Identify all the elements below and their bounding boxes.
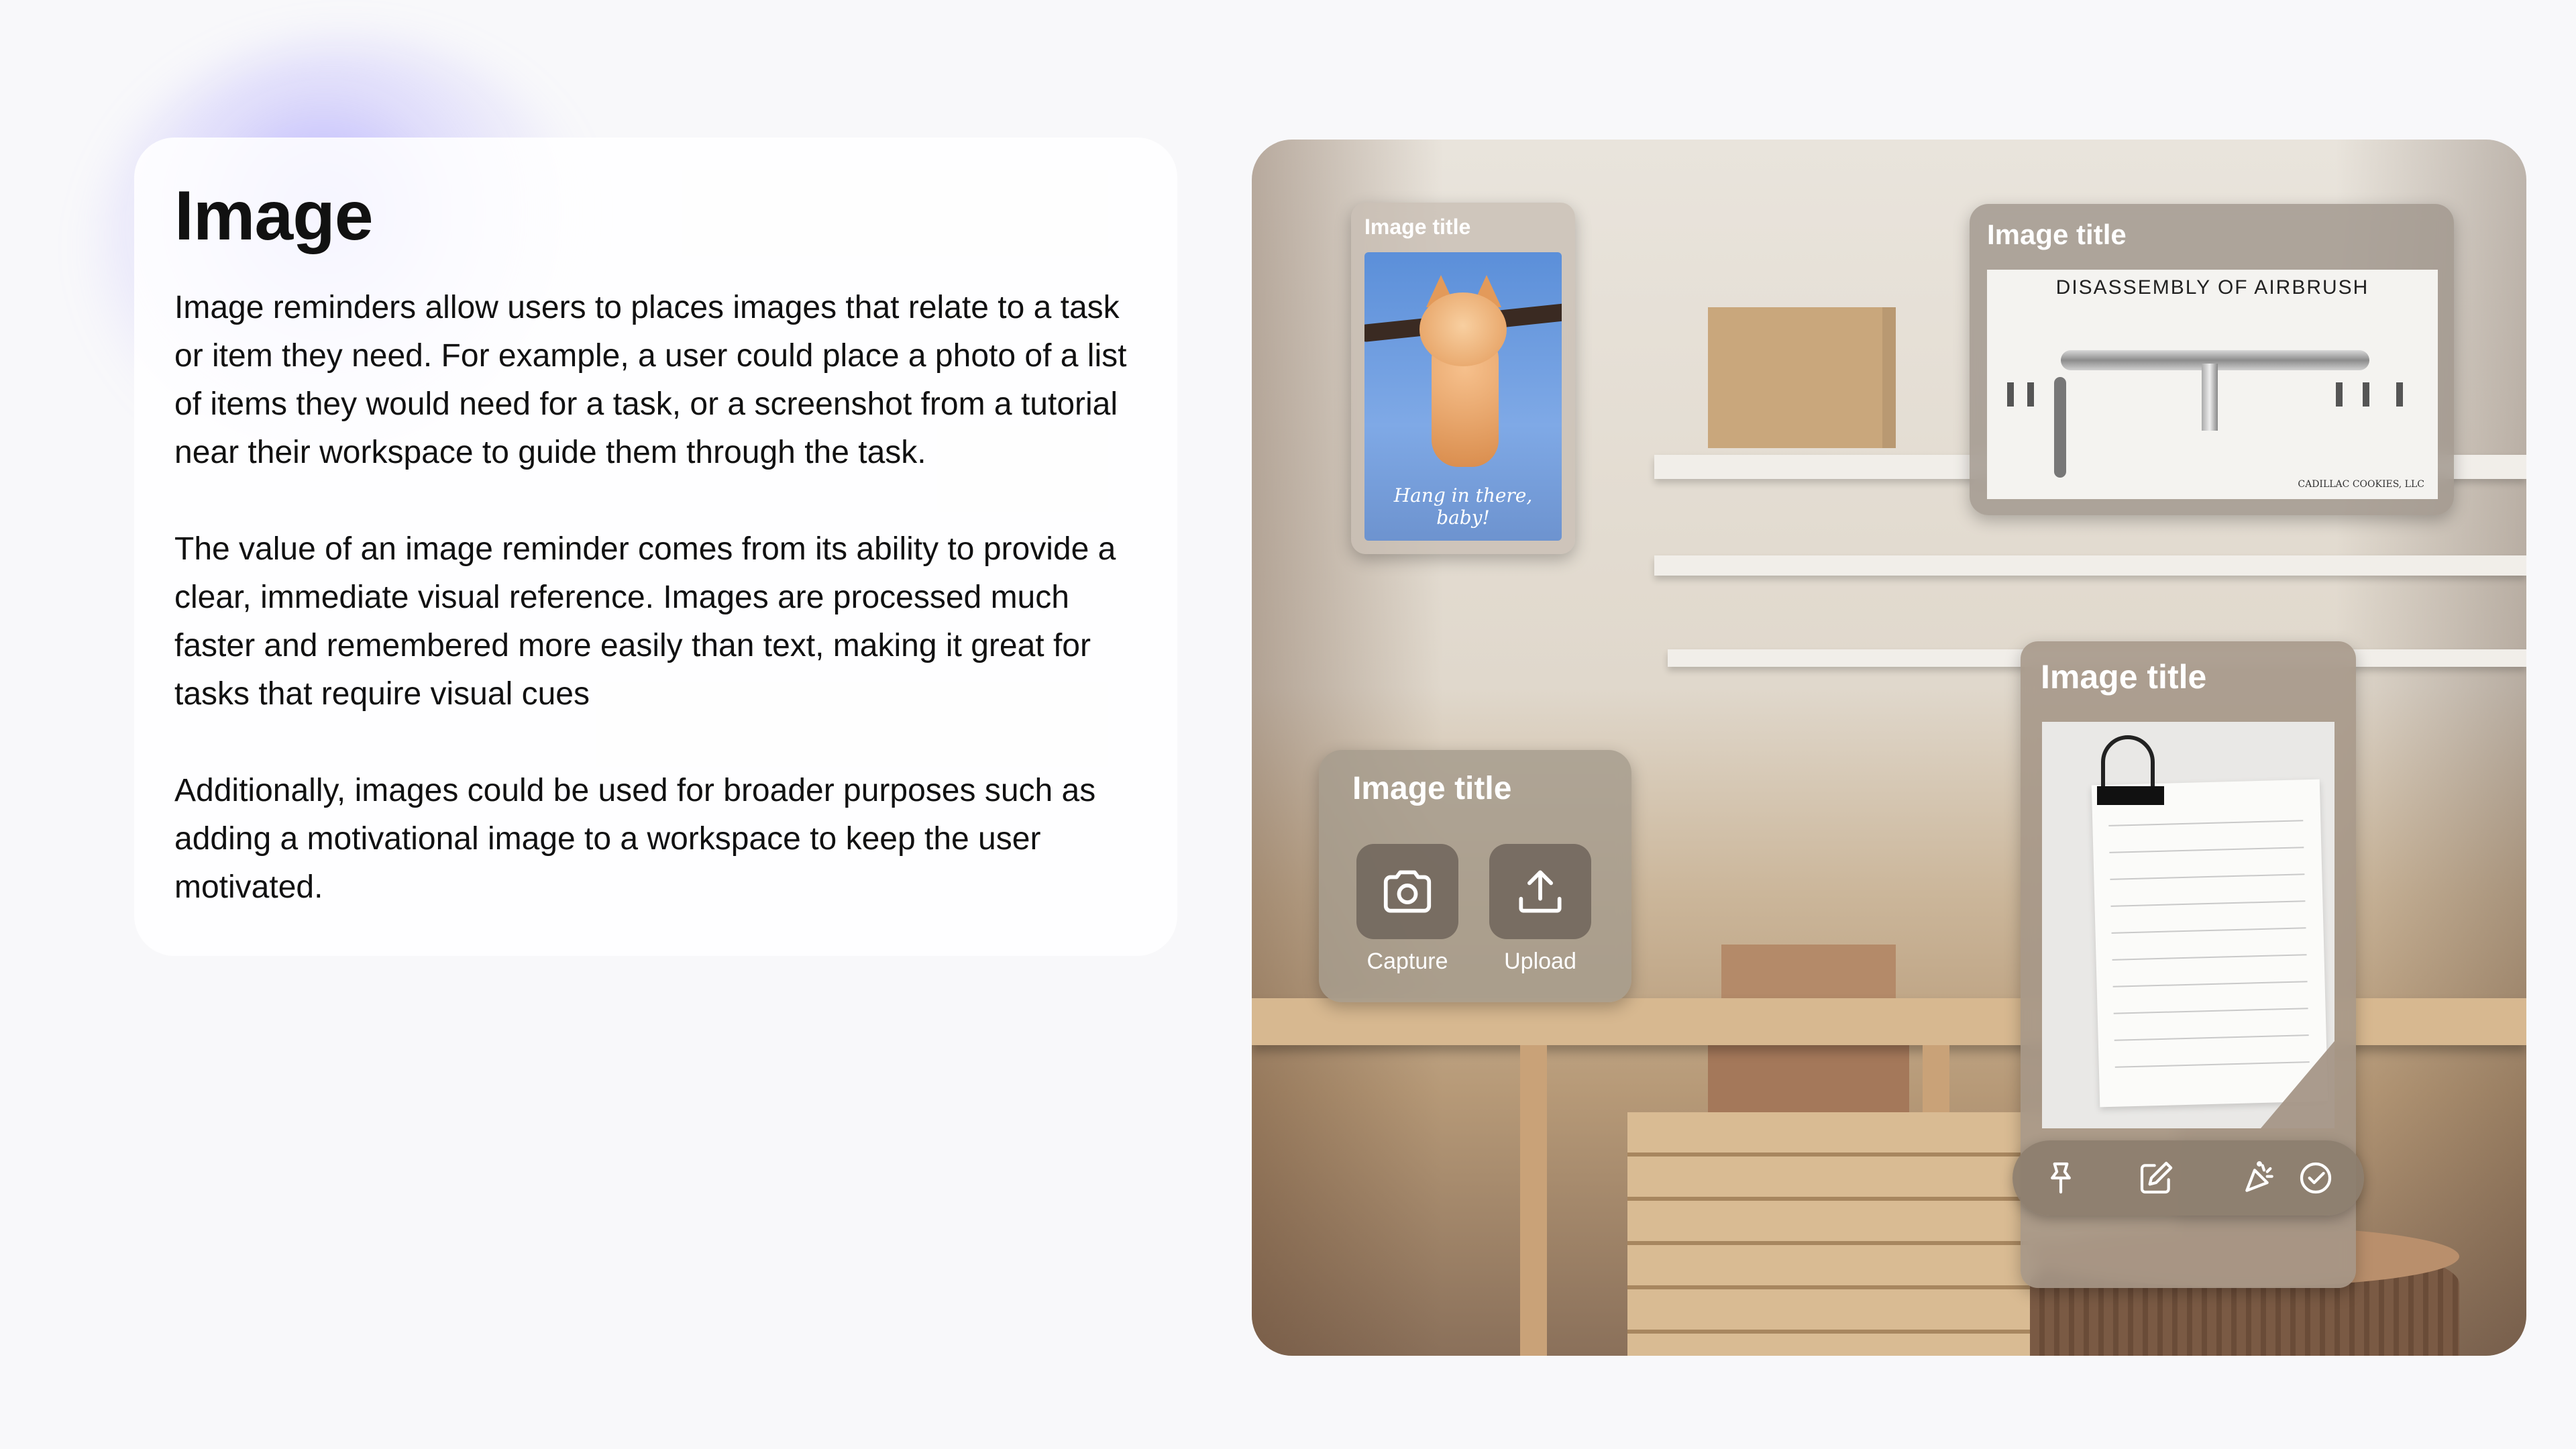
kitten-head [1419,292,1507,366]
page-title: Image [174,177,374,255]
airbrush-part [2396,382,2403,407]
description-card: Image Image reminders allow users to pla… [134,138,1177,956]
upload-icon [1519,870,1562,913]
description-paragraph-2: The value of an image reminder comes fro… [174,531,1116,712]
reminder-toolbar [2012,1140,2364,1216]
notepad-rule [2112,954,2307,961]
notepad-rule [2110,873,2305,880]
wrench [2054,377,2066,478]
diagram-heading: DISASSEMBLY OF AIRBRUSH [2055,276,2369,299]
cardboard-box [1708,307,1896,448]
image-reminder-kitten[interactable]: Image title Hang in there, baby! [1351,203,1575,554]
upload-button[interactable]: Upload [1489,844,1591,975]
airbrush-part [2336,382,2343,407]
binder-clip [2097,786,2164,805]
diagram-credit: CADILLAC COOKIES, LLC [2298,479,2424,490]
airbrush-diagram-image: DISASSEMBLY OF AIRBRUSH CADILLAC COOKIES… [1987,270,2438,499]
notepad-rule [2111,927,2306,934]
description-paragraph-3: Additionally, images could be used for b… [174,773,1096,906]
capture-button[interactable]: Capture [1356,844,1458,975]
image-reminder-new[interactable]: Image title Capture Upload [1319,750,1631,1002]
notepad-rule [2114,1034,2309,1041]
notepad-rule [2109,847,2304,853]
notepad-rule [2110,900,2306,907]
description-paragraph-1: Image reminders allow users to places im… [174,290,1127,471]
image-corner-fold [2261,1041,2334,1128]
middle-shelf [1654,555,2526,576]
kitten-poster-image: Hang in there, baby! [1364,252,1562,541]
pin-icon[interactable] [2042,1159,2080,1197]
poster-caption: Hang in there, baby! [1393,484,1533,529]
capture-tile[interactable] [1356,844,1458,939]
notepad-rule [2108,820,2304,826]
image-title: Image title [1364,215,1471,239]
camera-icon [1383,870,1432,913]
workshop-scene: Image title Hang in there, baby! Image t… [1252,140,2526,1356]
airbrush-part [2363,382,2369,407]
check-circle-icon[interactable] [2297,1159,2334,1197]
notepad-photo [2042,722,2334,1128]
edit-icon[interactable] [2137,1159,2175,1197]
capture-label: Capture [1366,949,1448,974]
notepad-rule [2112,981,2308,987]
image-title: Image title [2041,658,2207,696]
image-title: Image title [1987,219,2127,250]
airbrush-part [2027,382,2034,407]
bench-leg [1520,1045,1547,1356]
upload-label: Upload [1504,949,1576,974]
airbrush-part [2007,382,2014,407]
upload-tile[interactable] [1489,844,1591,939]
image-reminder-airbrush[interactable]: Image title DISASSEMBLY OF AIRBRUSH CADI… [1970,204,2454,515]
airbrush-stem [2202,364,2218,431]
celebrate-icon[interactable] [2241,1159,2278,1197]
notepad-rule [2113,1008,2308,1014]
image-title: Image title [1352,771,1512,806]
